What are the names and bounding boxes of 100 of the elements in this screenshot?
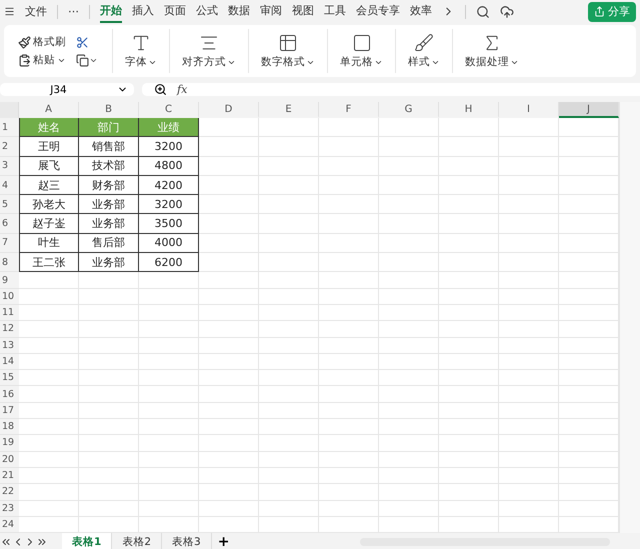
sheet-tab[interactable]: 表格2	[112, 533, 162, 549]
column-header[interactable]: J	[559, 102, 619, 118]
empty-cell	[259, 500, 319, 517]
row-header[interactable]: 19	[0, 435, 19, 452]
menu-tab[interactable]: 视图	[292, 0, 314, 23]
row-header[interactable]: 8	[0, 253, 19, 272]
table-cell: 4000	[139, 234, 199, 254]
row-header[interactable]: 4	[0, 176, 19, 196]
empty-cell	[79, 484, 139, 501]
name-box[interactable]: J34	[0, 83, 134, 96]
empty-cell	[379, 468, 439, 484]
empty-cell	[139, 288, 199, 305]
row-header[interactable]: 2	[0, 137, 19, 157]
menu-icon[interactable]	[4, 6, 15, 17]
menu-tab[interactable]: 公式	[196, 0, 218, 23]
more-menu[interactable]: ⋯	[68, 5, 79, 18]
empty-cell	[259, 435, 319, 452]
cloud-upload-icon[interactable]	[500, 4, 514, 18]
zoom-icon[interactable]	[154, 83, 167, 96]
vertical-scrollbar[interactable]	[619, 102, 640, 534]
empty-cell	[499, 484, 559, 501]
row-header[interactable]: 11	[0, 304, 19, 322]
empty-cell	[379, 321, 439, 338]
empty-cell	[139, 402, 199, 420]
paste-button[interactable]: 粘贴	[18, 53, 66, 67]
empty-cell	[439, 234, 499, 254]
menu-tab[interactable]: 页面	[164, 0, 186, 23]
ribbon-group-button[interactable]: 数据处理	[465, 55, 519, 69]
ribbon-group-button[interactable]: 数字格式	[261, 55, 315, 69]
search-icon[interactable]	[476, 4, 490, 18]
ribbon-group-button[interactable]: 对齐方式	[182, 55, 236, 69]
empty-cell	[439, 304, 499, 322]
format-painter-button[interactable]: 格式刷	[18, 35, 66, 49]
column-header[interactable]: E	[259, 102, 319, 118]
font-icon[interactable]	[131, 33, 151, 53]
column-header[interactable]: G	[379, 102, 439, 118]
menu-tab[interactable]: 插入	[132, 0, 154, 23]
row-header[interactable]: 7	[0, 234, 19, 254]
menu-tab[interactable]: 效率	[410, 0, 432, 23]
sheet-tab[interactable]: 表格1	[62, 533, 112, 549]
empty-cell	[259, 176, 319, 196]
row-header[interactable]: 15	[0, 370, 19, 386]
row-header[interactable]: 17	[0, 402, 19, 420]
row-header[interactable]: 9	[0, 272, 19, 289]
function-label[interactable]: fx	[177, 83, 188, 96]
ribbon-group-button[interactable]: 字体	[125, 55, 157, 69]
row-header[interactable]: 14	[0, 354, 19, 370]
row-header[interactable]: 3	[0, 156, 19, 176]
empty-cell	[199, 386, 259, 403]
table-cell: 3500	[139, 214, 199, 234]
header-cell: 业绩	[139, 118, 199, 138]
ribbon-group-button[interactable]: 样式	[408, 55, 440, 69]
empty-cell	[439, 195, 499, 214]
menu-tab[interactable]: 开始	[100, 0, 122, 23]
column-header[interactable]: C	[139, 102, 199, 118]
copy-icon[interactable]	[76, 53, 98, 67]
menu-tab[interactable]: 数据	[228, 0, 250, 23]
column-header[interactable]: D	[199, 102, 259, 118]
row-header[interactable]: 16	[0, 386, 19, 403]
empty-cell	[259, 321, 319, 338]
empty-cell	[79, 370, 139, 386]
row-header[interactable]: 23	[0, 500, 19, 517]
row-header[interactable]: 20	[0, 452, 19, 468]
column-header[interactable]: F	[319, 102, 379, 118]
sheet-tab[interactable]: 表格3	[162, 533, 212, 549]
empty-cell	[259, 156, 319, 176]
row-header[interactable]: 18	[0, 419, 19, 436]
menu-tab[interactable]: 工具	[324, 0, 346, 23]
empty-cell	[319, 338, 379, 354]
formula-field[interactable]: fx	[142, 83, 640, 96]
table-cell: 赵子崟	[19, 214, 79, 234]
empty-cell	[439, 272, 499, 289]
empty-cell	[379, 419, 439, 436]
row-header[interactable]: 12	[0, 321, 19, 338]
column-header[interactable]: I	[499, 102, 559, 118]
row-header[interactable]: 13	[0, 338, 19, 354]
empty-cell	[139, 321, 199, 338]
table-cell: 售后部	[79, 234, 139, 254]
share-button[interactable]: 分享	[588, 2, 636, 22]
row-header[interactable]: 10	[0, 288, 19, 305]
menu-tab[interactable]: 会员专享	[356, 0, 400, 23]
menu-tab[interactable]: 审阅	[260, 0, 282, 23]
empty-cell	[319, 176, 379, 196]
file-menu[interactable]: 文件	[25, 4, 47, 19]
column-header[interactable]: H	[439, 102, 499, 118]
row-header[interactable]: 1	[0, 118, 19, 138]
add-sheet-button[interactable]: +	[212, 534, 236, 549]
column-header[interactable]: B	[79, 102, 139, 118]
row-header[interactable]: 22	[0, 484, 19, 501]
row-header[interactable]: 6	[0, 214, 19, 234]
row-header[interactable]: 5	[0, 195, 19, 214]
ribbon-group-button[interactable]: 单元格	[340, 55, 383, 69]
empty-cell	[319, 468, 379, 484]
row-header[interactable]: 24	[0, 516, 19, 534]
empty-cell	[79, 338, 139, 354]
row-header[interactable]: 21	[0, 468, 19, 484]
empty-cell	[199, 452, 259, 468]
empty-cell	[259, 272, 319, 289]
column-header[interactable]: A	[19, 102, 79, 118]
empty-cell	[439, 118, 499, 138]
